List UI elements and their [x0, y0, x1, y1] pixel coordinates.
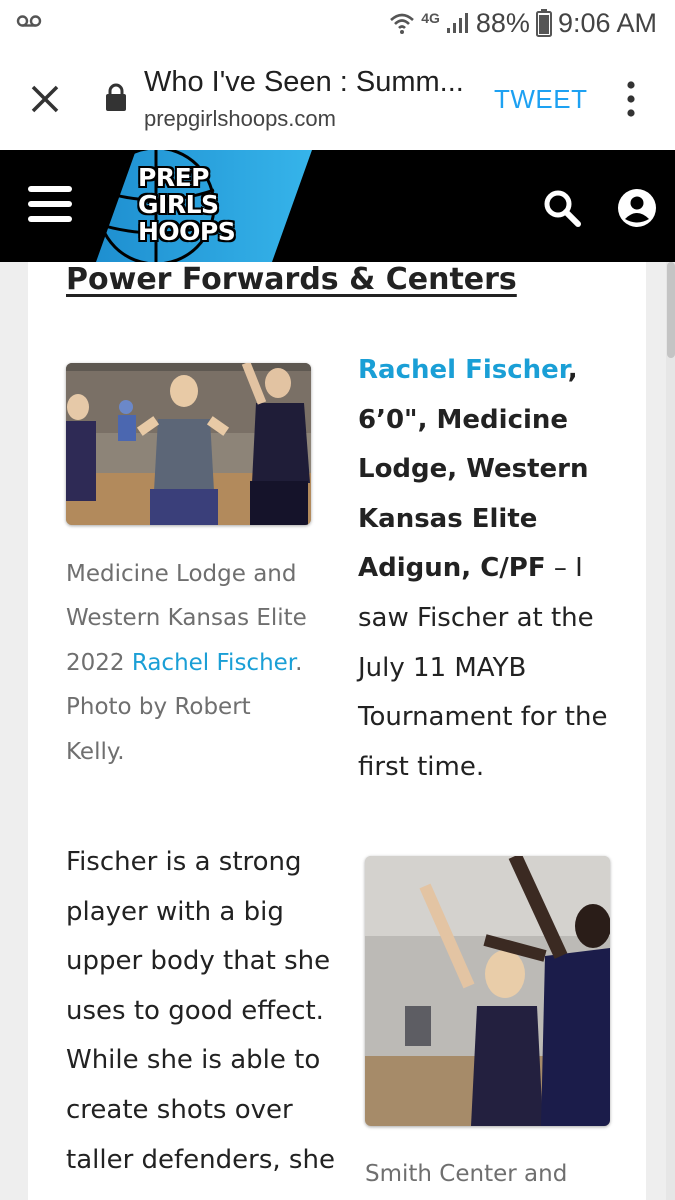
custom-tab-toolbar: Who I've Seen : Summ... prepgirlshoops.c…: [0, 46, 675, 150]
article-body: Power Forwards & Centers Medicine Lodge …: [28, 262, 646, 1200]
clock: 9:06 AM: [557, 7, 657, 38]
hamburger-menu-icon[interactable]: [28, 184, 72, 224]
player-details: , 6’0", Medicine Lodge, Western Kansas E…: [358, 355, 589, 584]
player-name-link[interactable]: Rachel Fischer: [132, 650, 295, 676]
search-icon[interactable]: [542, 188, 582, 228]
account-icon[interactable]: [617, 188, 657, 228]
signal-icon: [446, 13, 468, 33]
battery-percent: 88%: [475, 7, 530, 38]
photo-caption: Medicine Lodge and Western Kansas Elite …: [66, 552, 316, 774]
network-type: 4G: [421, 10, 440, 26]
wifi-icon: [390, 13, 415, 34]
battery-icon: [535, 9, 552, 37]
lock-icon: [106, 83, 126, 111]
photo-basketball-game: [365, 856, 610, 1126]
status-bar: 4G 88% 9:06 AM: [0, 0, 675, 46]
photo-caption-2: Smith Center and: [365, 1161, 568, 1187]
scrollbar-thumb[interactable]: [667, 262, 675, 358]
logo-text: PREP GIRLS HOOPS: [138, 163, 236, 246]
page-domain[interactable]: prepgirlshoops.com: [144, 106, 336, 132]
close-icon[interactable]: [28, 82, 62, 116]
section-heading: Power Forwards & Centers: [66, 262, 517, 297]
player-blurb: – I saw Fischer at the July 11 MAYB Tour…: [358, 553, 608, 782]
player-entry: Rachel Fischer, 6’0", Medicine Lodge, We…: [358, 346, 633, 792]
voicemail-icon: [16, 15, 42, 27]
player-photo-2[interactable]: [365, 856, 610, 1126]
scrollbar-track[interactable]: [666, 262, 675, 1200]
article-paragraph: Fischer is a strong player with a big up…: [66, 847, 335, 1175]
tweet-button[interactable]: TWEET: [494, 84, 588, 115]
site-header: PREP GIRLS HOOPS: [0, 150, 675, 262]
player-photo[interactable]: [66, 363, 311, 525]
page-title[interactable]: Who I've Seen : Summ...: [144, 66, 464, 99]
photo-basketball-players: [66, 363, 311, 525]
player-name-link-heading[interactable]: Rachel Fischer: [358, 355, 568, 385]
more-vert-icon[interactable]: [622, 80, 640, 118]
